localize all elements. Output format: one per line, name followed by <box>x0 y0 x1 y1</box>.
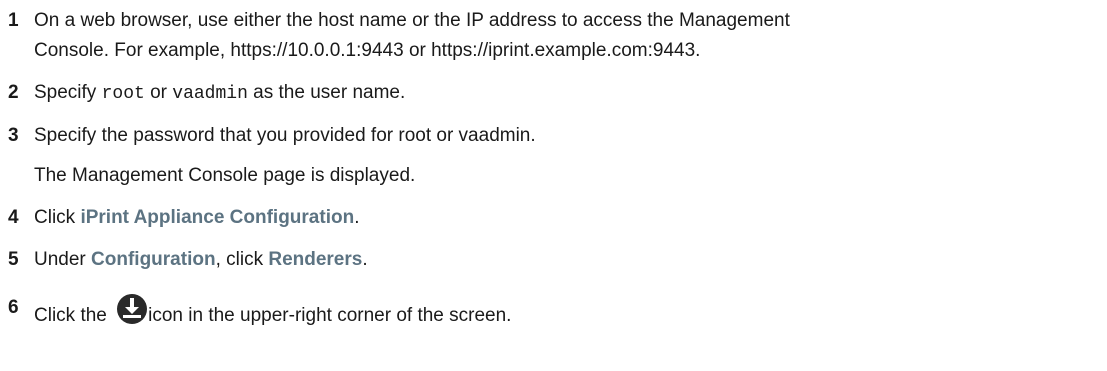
step-text: . <box>354 207 360 228</box>
step-text: Specify <box>34 82 102 103</box>
step-number: 3 <box>8 125 19 146</box>
step-body: Click iPrint Appliance Configuration. <box>34 203 1103 233</box>
step-text: Click the <box>34 305 113 326</box>
ui-label-renderers: Renderers <box>268 249 363 270</box>
step-text: . <box>362 249 368 270</box>
ui-label-configuration: Configuration <box>91 249 216 270</box>
step-body: Specify the password that you provided f… <box>34 121 1103 191</box>
step-4: 4 Click iPrint Appliance Configuration. <box>8 203 1103 233</box>
step-body: Specify root or vaadmin as the user name… <box>34 78 1103 109</box>
procedure-steps: 1 On a web browser, use either the host … <box>8 6 1103 331</box>
step-2: 2 Specify root or vaadmin as the user na… <box>8 78 1103 109</box>
step-text: Under <box>34 249 92 270</box>
step-body: Under Configuration, click Renderers. <box>34 245 1103 275</box>
step-number: 5 <box>8 249 19 270</box>
step-text: icon in the upper-right corner of the sc… <box>148 305 512 326</box>
step-text-line: Console. For example, https://10.0.0.1:9… <box>34 40 701 61</box>
step-5: 5 Under Configuration, click Renderers. <box>8 245 1103 275</box>
step-number: 1 <box>8 10 19 31</box>
step-body: On a web browser, use either the host na… <box>34 6 1103 66</box>
code-vaadmin: vaadmin <box>172 84 248 104</box>
step-number: 2 <box>8 82 19 103</box>
step-3: 3 Specify the password that you provided… <box>8 121 1103 191</box>
step-text: Click <box>34 207 81 228</box>
step-text: Specify the password that you provided f… <box>34 125 536 146</box>
download-circle-icon-svg <box>117 294 148 324</box>
step-text: as the user name. <box>247 82 406 103</box>
code-root: root <box>101 84 145 104</box>
step-1: 1 On a web browser, use either the host … <box>8 6 1103 66</box>
download-circle-icon <box>116 293 148 325</box>
step-text: or <box>144 82 173 103</box>
step-number: 4 <box>8 207 19 228</box>
step-number: 6 <box>8 297 19 318</box>
step-text-line: On a web browser, use either the host na… <box>34 10 790 31</box>
step-6: 6 Click the icon in the upper-right corn… <box>8 293 1103 331</box>
step-text: , click <box>215 249 269 270</box>
step-body: Click the icon in the upper-right corner… <box>34 293 1103 331</box>
step-result: The Management Console page is displayed… <box>34 165 416 186</box>
ui-label-iprint-appliance-configuration: iPrint Appliance Configuration <box>80 207 355 228</box>
